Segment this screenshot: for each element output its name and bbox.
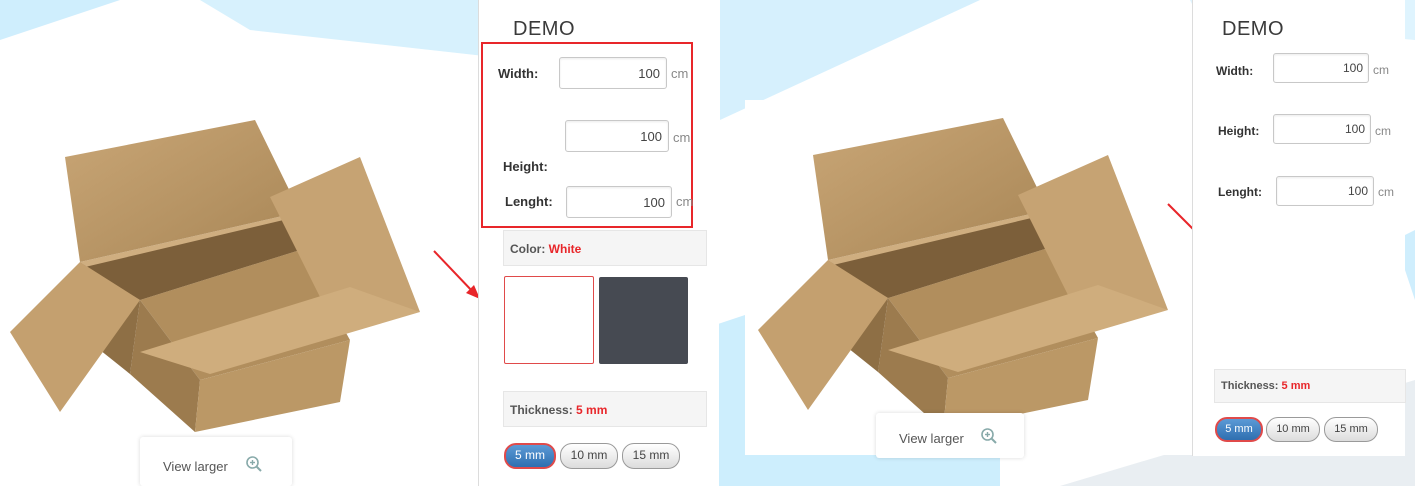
height-unit: cm	[1375, 124, 1391, 138]
height-unit: cm	[673, 130, 691, 145]
color-label: Color: White	[510, 242, 582, 256]
right-panel-title: DEMO	[1222, 18, 1284, 40]
length-input[interactable]: 100	[1276, 176, 1374, 206]
width-label: Width:	[498, 66, 539, 81]
zoom-in-icon	[246, 456, 262, 472]
height-value: 100	[1344, 122, 1365, 136]
length-value: 100	[1347, 184, 1368, 198]
thickness-option-10mm[interactable]: 10 mm	[560, 443, 618, 469]
view-larger-label: View larger	[899, 431, 964, 446]
length-input[interactable]: 100	[566, 186, 672, 218]
left-box-image[interactable]	[0, 112, 440, 432]
thickness-label: Thickness: 5 mm	[510, 403, 608, 417]
width-input[interactable]: 100	[1273, 53, 1369, 83]
color-value: White	[548, 242, 582, 256]
color-swatch-white[interactable]	[504, 276, 594, 364]
view-larger-button-right[interactable]: View larger	[876, 413, 1024, 458]
zoom-in-icon	[981, 428, 997, 444]
height-label: Height:	[503, 159, 548, 174]
thickness-label: Thickness: 5 mm	[1221, 380, 1311, 392]
length-value: 100	[643, 195, 665, 210]
thickness-option-15mm[interactable]: 15 mm	[622, 443, 680, 469]
color-bar: Color: White	[503, 230, 707, 266]
height-label: Height:	[1218, 124, 1260, 138]
thickness-bar: Thickness: 5 mm	[1214, 369, 1406, 403]
color-swatch-dark[interactable]	[599, 277, 688, 364]
width-unit: cm	[1373, 63, 1389, 77]
width-value: 100	[638, 66, 660, 81]
right-box-image[interactable]	[748, 110, 1188, 430]
width-value: 100	[1342, 61, 1363, 75]
thickness-option-15mm[interactable]: 15 mm	[1324, 417, 1378, 442]
length-unit: cm	[1378, 185, 1394, 199]
thickness-option-10mm[interactable]: 10 mm	[1266, 417, 1320, 442]
thickness-option-5mm[interactable]: 5 mm	[1215, 417, 1263, 442]
left-panel-title: DEMO	[513, 18, 575, 40]
width-unit: cm	[671, 66, 689, 81]
thickness-option-5mm[interactable]: 5 mm	[504, 443, 556, 469]
height-value: 100	[640, 129, 662, 144]
length-label: Lenght:	[505, 194, 553, 209]
view-larger-label: View larger	[163, 459, 228, 474]
view-larger-button-left[interactable]: View larger	[140, 437, 292, 486]
thickness-bar: Thickness: 5 mm	[503, 391, 707, 427]
length-unit: cm	[676, 194, 694, 209]
height-input[interactable]: 100	[1273, 114, 1371, 144]
height-input[interactable]: 100	[565, 120, 669, 152]
width-label: Width:	[1216, 64, 1254, 78]
length-label: Lenght:	[1218, 185, 1262, 199]
thickness-value: 5 mm	[1281, 380, 1311, 392]
thickness-value: 5 mm	[576, 403, 608, 417]
width-input[interactable]: 100	[559, 57, 667, 89]
